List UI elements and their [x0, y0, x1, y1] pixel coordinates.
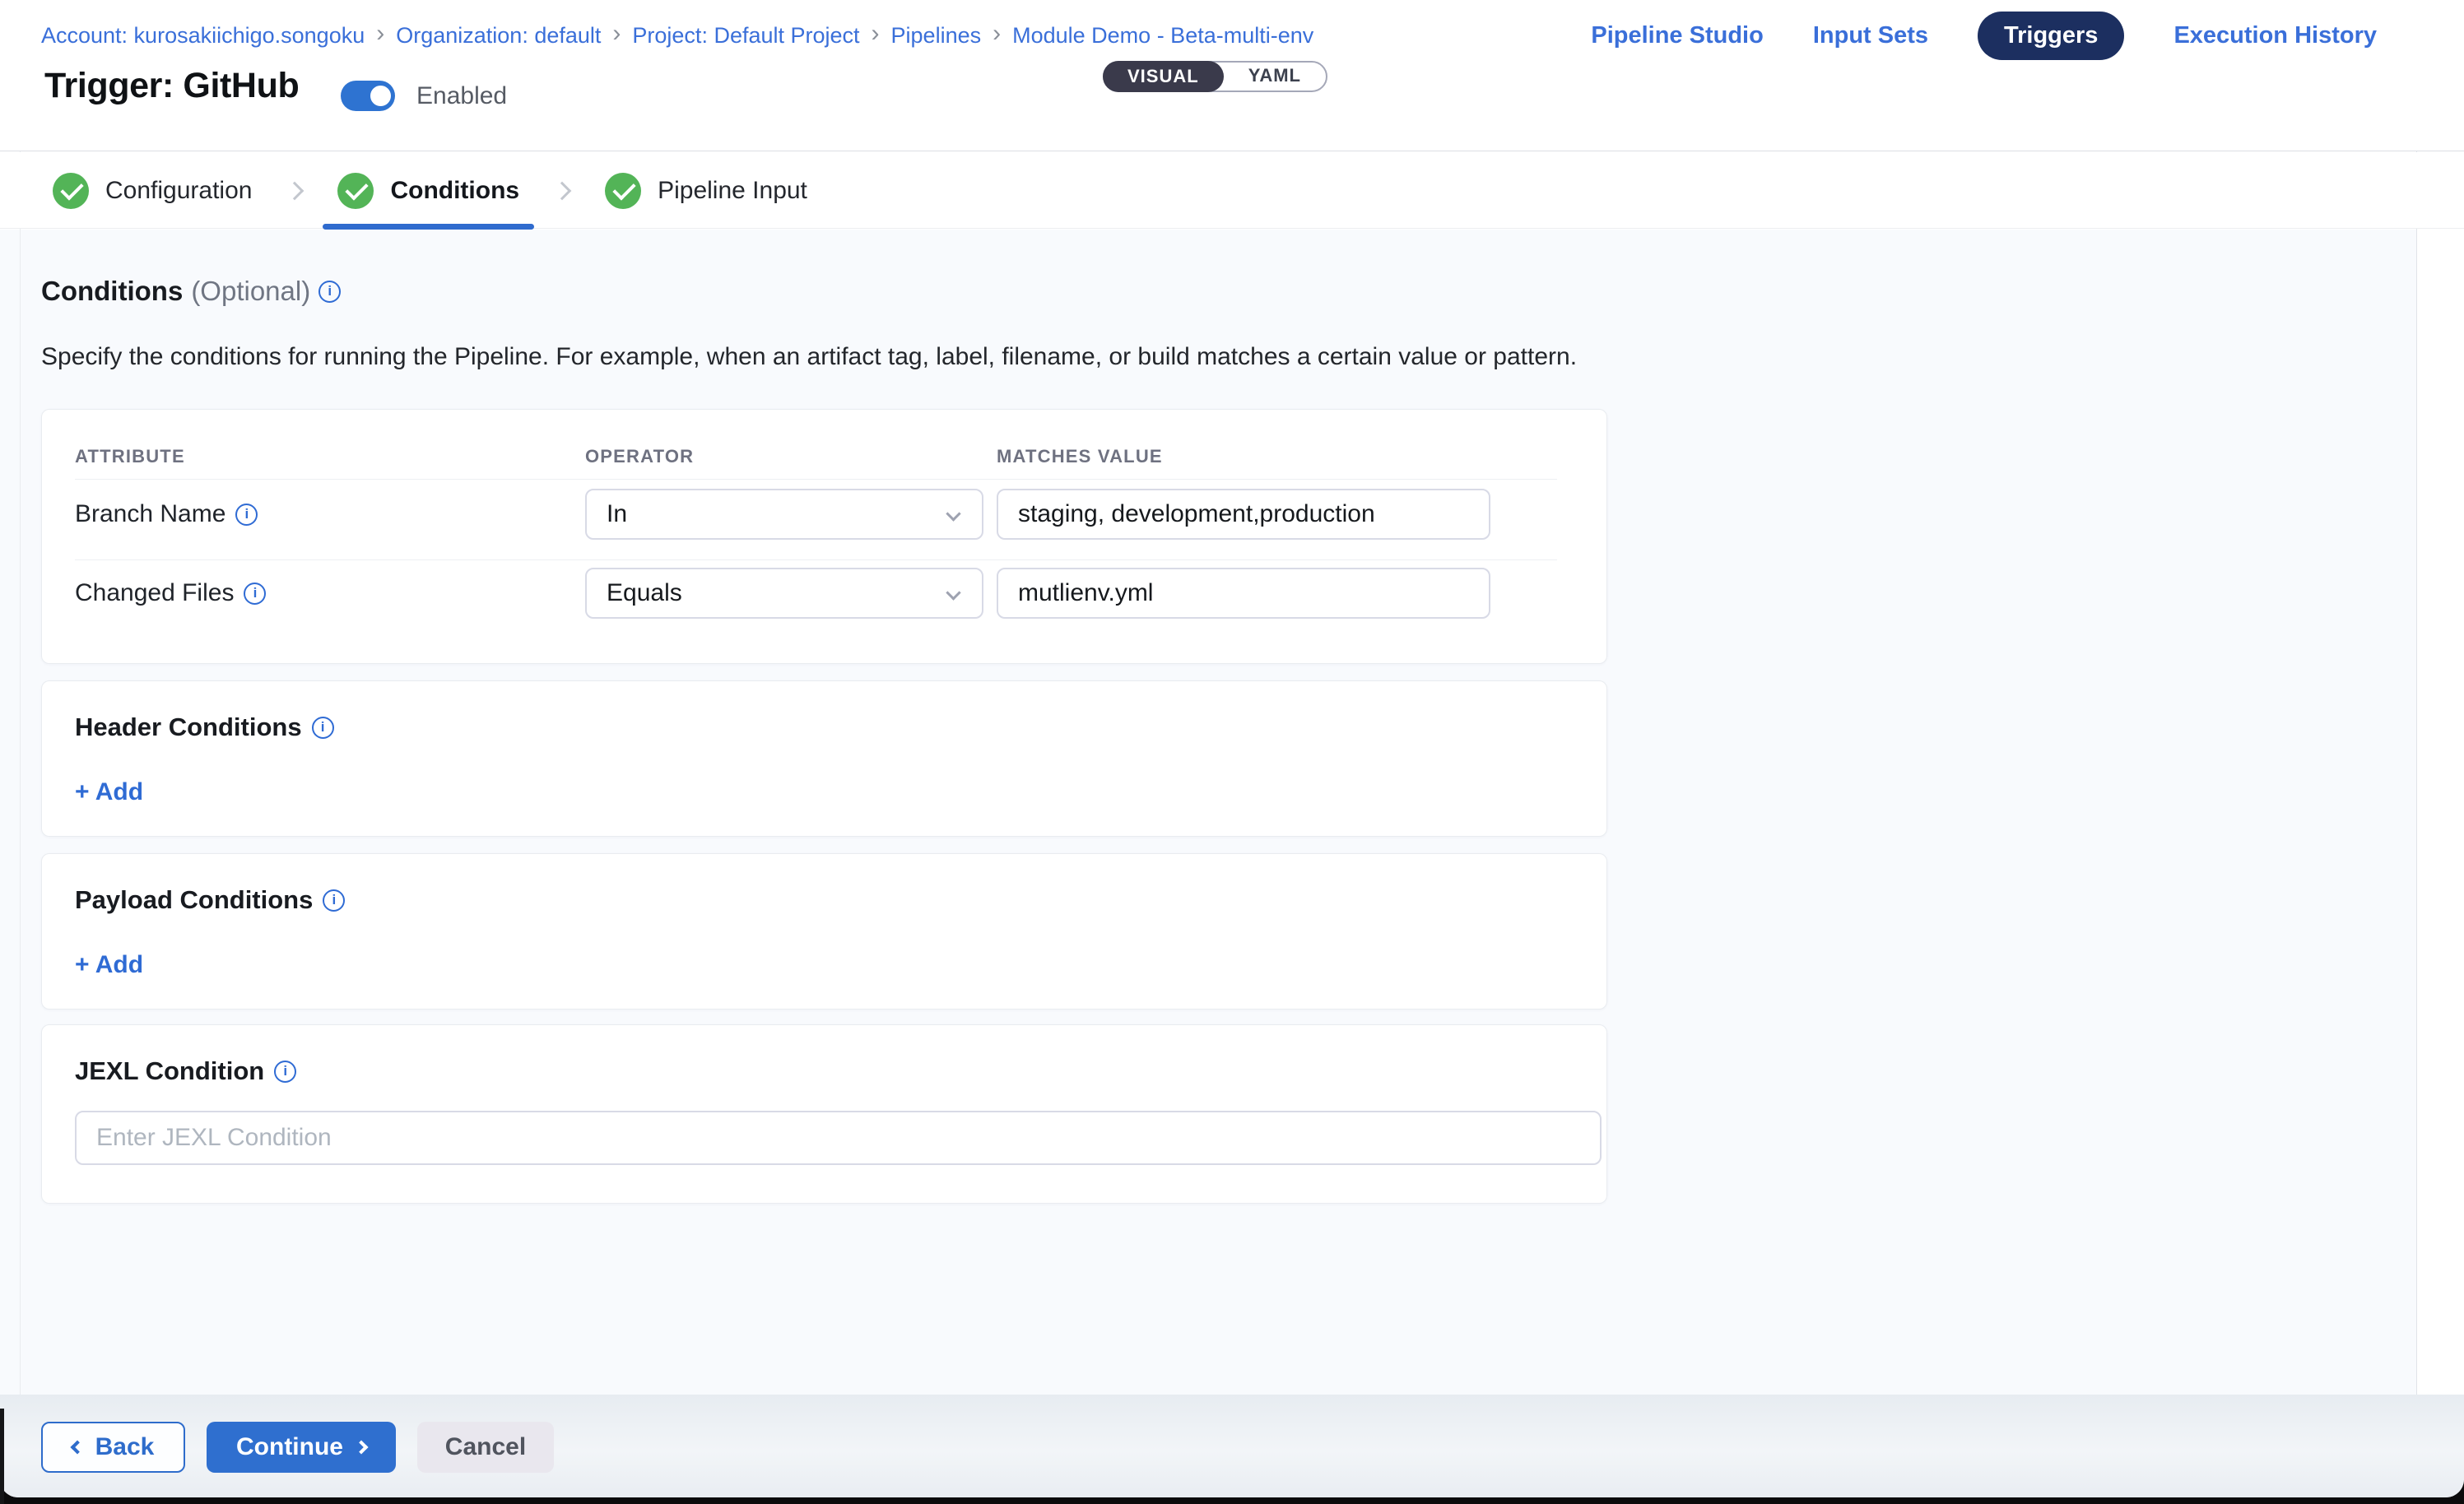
jexl-condition-input[interactable]: [75, 1111, 1602, 1165]
conditions-section-heading: Conditions (Optional) i: [41, 276, 341, 307]
column-header-matches-value: MATCHES VALUE: [997, 446, 1163, 467]
jexl-condition-card: JEXL Condition i: [41, 1024, 1607, 1204]
desktop-edge: [0, 1409, 4, 1504]
step-complete-check-icon: [53, 173, 89, 209]
cancel-button-label: Cancel: [445, 1433, 526, 1461]
yaml-segment[interactable]: YAML: [1224, 61, 1326, 92]
attribute-label: Branch Name: [75, 500, 225, 528]
add-payload-condition-button[interactable]: + Add: [75, 951, 143, 979]
tab-pipeline-input[interactable]: Pipeline Input: [605, 173, 807, 209]
wizard-footer: Back Continue Cancel: [0, 1395, 2464, 1497]
chevron-left-icon: [70, 1441, 84, 1455]
nav-execution-history[interactable]: Execution History: [2173, 22, 2377, 49]
chevron-right-icon: [354, 1441, 368, 1455]
info-icon[interactable]: i: [274, 1061, 296, 1083]
attribute-label: Changed Files: [75, 579, 234, 607]
info-icon[interactable]: i: [244, 583, 266, 605]
breadcrumb-separator-icon: ›: [612, 21, 621, 49]
trigger-enabled-toggle[interactable]: [341, 81, 395, 111]
section-description: Specify the conditions for running the P…: [41, 343, 1577, 371]
changed-files-operator-select[interactable]: Equals: [585, 568, 983, 619]
column-header-attribute: ATTRIBUTE: [75, 446, 185, 467]
section-optional-suffix: (Optional): [191, 276, 310, 307]
wizard-tabbar: Configuration Conditions Pipeline Input: [0, 152, 2464, 229]
tab-conditions[interactable]: Conditions: [337, 173, 519, 209]
app-window: Account: kurosakiichigo.songoku › Organi…: [0, 0, 2464, 1497]
chevron-down-icon: [946, 585, 960, 600]
conditions-table-card: ATTRIBUTE OPERATOR MATCHES VALUE Branch …: [41, 409, 1607, 664]
visual-yaml-switch: VISUAL YAML: [1103, 61, 1327, 92]
nav-input-sets[interactable]: Input Sets: [1813, 22, 1928, 49]
wizard-stepper: Configuration Conditions Pipeline Input: [53, 152, 807, 229]
enabled-label: Enabled: [416, 82, 507, 110]
nav-triggers[interactable]: Triggers: [1978, 12, 2124, 60]
jexl-condition-title: JEXL Condition i: [75, 1056, 296, 1086]
page-header: Account: kurosakiichigo.songoku › Organi…: [0, 0, 2464, 151]
nav-pipeline-studio[interactable]: Pipeline Studio: [1591, 22, 1763, 49]
visual-segment[interactable]: VISUAL: [1103, 61, 1224, 92]
changed-files-matches-value-input[interactable]: [997, 568, 1490, 619]
breadcrumb-separator-icon: ›: [872, 21, 880, 49]
table-divider: [75, 559, 1557, 560]
chevron-right-icon: [286, 181, 305, 200]
payload-conditions-title: Payload Conditions i: [75, 885, 345, 915]
breadcrumb-org-link[interactable]: Organization: default: [396, 23, 601, 49]
back-button[interactable]: Back: [41, 1422, 185, 1473]
payload-conditions-card: Payload Conditions i + Add: [41, 853, 1607, 1010]
breadcrumb-separator-icon: ›: [376, 21, 384, 49]
breadcrumb-separator-icon: ›: [993, 21, 1001, 49]
table-divider: [75, 479, 1557, 480]
footer-buttons: Back Continue Cancel: [41, 1422, 554, 1473]
card-title-text: Header Conditions: [75, 713, 302, 742]
info-icon[interactable]: i: [323, 889, 345, 912]
breadcrumb-project-link[interactable]: Project: Default Project: [632, 23, 859, 49]
step-complete-check-icon: [605, 173, 641, 209]
info-icon[interactable]: i: [312, 717, 334, 739]
conditions-page-content: Conditions (Optional) i Specify the cond…: [0, 230, 2464, 1395]
table-row-branch-name: Branch Name i: [75, 500, 258, 528]
info-icon[interactable]: i: [235, 504, 258, 526]
branch-operator-select[interactable]: In: [585, 489, 983, 540]
toggle-knob: [368, 83, 393, 109]
chevron-down-icon: [946, 506, 960, 521]
breadcrumb: Account: kurosakiichigo.songoku › Organi…: [41, 21, 1313, 49]
header-conditions-card: Header Conditions i + Add: [41, 680, 1607, 837]
breadcrumb-account-link[interactable]: Account: kurosakiichigo.songoku: [41, 23, 365, 49]
back-button-label: Back: [95, 1433, 155, 1461]
page-title: Trigger: GitHub: [44, 66, 299, 106]
card-title-text: Payload Conditions: [75, 885, 313, 915]
step-label: Pipeline Input: [658, 177, 807, 205]
tab-configuration[interactable]: Configuration: [53, 173, 252, 209]
selected-operator: In: [607, 500, 627, 528]
breadcrumb-pipelines-link[interactable]: Pipelines: [891, 23, 982, 49]
table-row-changed-files: Changed Files i: [75, 579, 266, 607]
step-label: Configuration: [105, 177, 252, 205]
continue-button[interactable]: Continue: [207, 1422, 396, 1473]
column-header-operator: OPERATOR: [585, 446, 694, 467]
card-title-text: JEXL Condition: [75, 1056, 264, 1086]
continue-button-label: Continue: [236, 1433, 343, 1461]
section-title: Conditions: [41, 276, 183, 307]
cancel-button[interactable]: Cancel: [417, 1422, 554, 1473]
chevron-right-icon: [553, 181, 572, 200]
step-label: Conditions: [390, 177, 519, 205]
header-conditions-title: Header Conditions i: [75, 713, 334, 742]
selected-operator: Equals: [607, 579, 682, 607]
breadcrumb-pipeline-name-link[interactable]: Module Demo - Beta-multi-env: [1012, 23, 1313, 49]
info-icon[interactable]: i: [318, 281, 341, 303]
step-complete-check-icon: [337, 173, 374, 209]
pipeline-top-nav: Pipeline Studio Input Sets Triggers Exec…: [1591, 12, 2377, 60]
add-header-condition-button[interactable]: + Add: [75, 778, 143, 806]
branch-matches-value-input[interactable]: [997, 489, 1490, 540]
